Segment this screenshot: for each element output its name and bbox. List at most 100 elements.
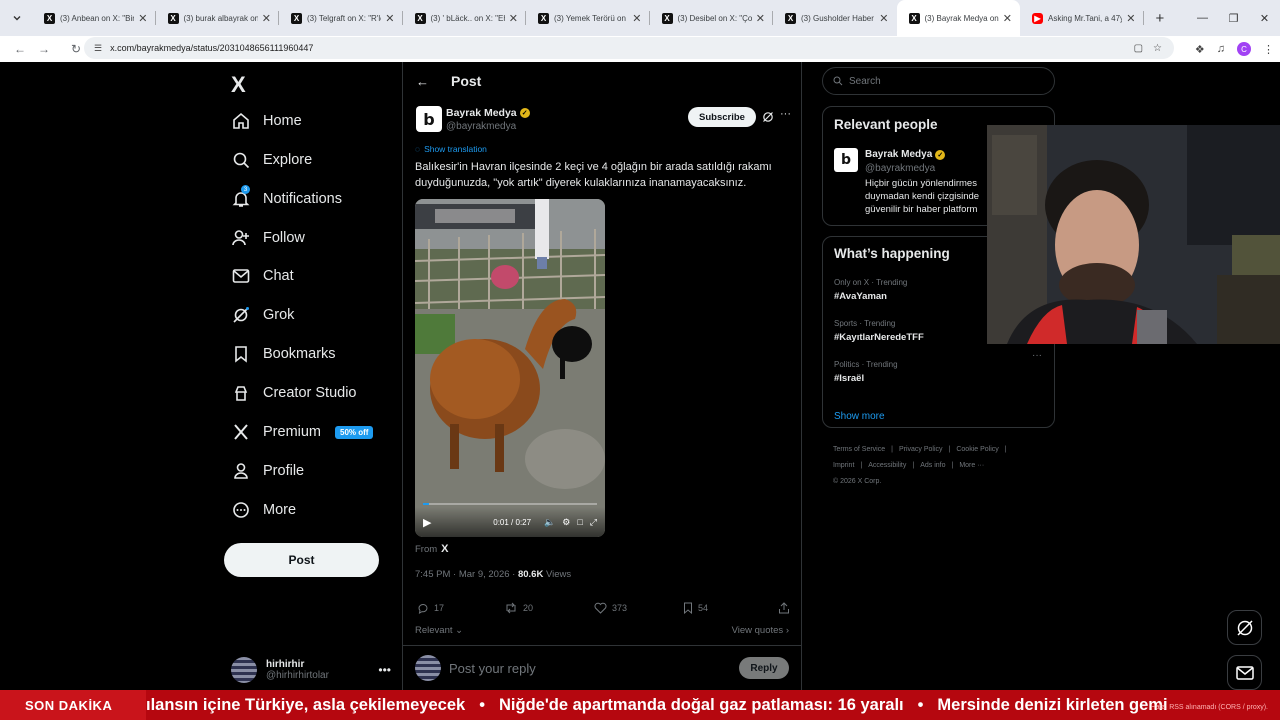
subscribe-button[interactable]: Subscribe bbox=[688, 107, 756, 127]
footer-link[interactable]: Accessibility bbox=[868, 462, 906, 469]
x-logo[interactable]: X bbox=[231, 72, 246, 98]
play-icon[interactable]: ▶ bbox=[423, 516, 431, 529]
sidebar-item-label: Chat bbox=[263, 268, 294, 284]
footer-link[interactable]: Imprint bbox=[833, 462, 854, 469]
youtube-favicon-icon: ▶ bbox=[1032, 12, 1043, 24]
settings-icon[interactable]: ⚙ bbox=[562, 517, 570, 528]
sidebar-item-creator-studio[interactable]: Creator Studio bbox=[232, 377, 357, 409]
search-input[interactable]: Search bbox=[822, 67, 1055, 95]
browser-tab[interactable]: X (3) Desibel on X: "Ço ✕ bbox=[650, 0, 773, 36]
browser-tab[interactable]: X (3) Bayrak Medya on ✕ bbox=[896, 0, 1020, 36]
sidebar-item-home[interactable]: Home bbox=[232, 105, 302, 137]
browser-tab[interactable]: X (3) burak albayrak on ✕ bbox=[156, 0, 279, 36]
trend-item[interactable]: Politics · Trending #Israël bbox=[834, 360, 898, 384]
footer-link[interactable]: Cookie Policy bbox=[956, 446, 998, 453]
back-arrow-icon[interactable]: ← bbox=[416, 74, 429, 89]
like-action[interactable]: 373 bbox=[594, 602, 683, 614]
forward-button[interactable]: → bbox=[32, 37, 56, 61]
browser-tab[interactable]: X (3) Anbean on X: "Bir ✕ bbox=[32, 0, 156, 36]
footer-link[interactable]: Terms of Service bbox=[833, 446, 885, 453]
grok-icon bbox=[232, 306, 250, 324]
trend-item[interactable]: Only on X · Trending #AvaYaman bbox=[834, 278, 907, 302]
sidebar-item-profile[interactable]: Profile bbox=[232, 455, 304, 487]
footer-link[interactable]: Privacy Policy bbox=[899, 446, 943, 453]
browser-tab[interactable]: X (3) Gusholder Haber ✕ bbox=[773, 0, 897, 36]
back-button[interactable]: ← bbox=[8, 37, 32, 61]
close-tab-icon[interactable]: ✕ bbox=[1003, 12, 1012, 25]
browser-tab[interactable]: X (3) Yemek Terörü on ✕ bbox=[526, 0, 650, 36]
post-button[interactable]: Post bbox=[224, 543, 379, 577]
post-timestamp[interactable]: 7:45 PM · Mar 9, 2026 · bbox=[415, 569, 518, 580]
browser-tab[interactable]: ▶ Asking Mr.Tani, a 47y ✕ bbox=[1020, 0, 1144, 36]
author-name[interactable]: Bayrak Medya ✓ bbox=[446, 107, 530, 119]
more-dots-icon[interactable]: ••• bbox=[378, 663, 391, 677]
ticker-separator: • bbox=[479, 695, 485, 714]
account-switcher[interactable]: hirhirhir @hirhirhirtolar ••• bbox=[231, 652, 391, 688]
close-tab-icon[interactable]: ✕ bbox=[879, 12, 888, 25]
close-tab-icon[interactable]: ✕ bbox=[509, 12, 518, 25]
media-control-icon[interactable]: ♫ bbox=[1217, 43, 1225, 55]
heart-icon bbox=[594, 602, 607, 614]
messages-float-button[interactable] bbox=[1227, 655, 1262, 690]
person-name[interactable]: Bayrak Medya ✓ bbox=[865, 149, 946, 160]
share-action[interactable] bbox=[778, 602, 790, 614]
close-tab-icon[interactable]: ✕ bbox=[262, 12, 271, 25]
bookmark-star-icon[interactable]: ☆ bbox=[1153, 43, 1162, 54]
grok-float-button[interactable] bbox=[1227, 610, 1262, 645]
pip-icon[interactable]: □ bbox=[577, 517, 582, 527]
video-progress-track[interactable] bbox=[423, 503, 597, 505]
close-tab-icon[interactable]: ✕ bbox=[385, 12, 394, 25]
bookmark-icon bbox=[684, 602, 692, 614]
view-quotes-link[interactable]: View quotes › bbox=[732, 625, 789, 636]
volume-icon[interactable]: 🔈 bbox=[544, 517, 555, 528]
close-tab-icon[interactable]: ✕ bbox=[138, 12, 147, 25]
menu-icon[interactable]: ⋮ bbox=[1263, 43, 1274, 56]
person-avatar[interactable]: b bbox=[834, 148, 858, 172]
site-info-icon[interactable]: ☰ bbox=[94, 43, 102, 54]
trend-item[interactable]: Sports · Trending #KayıtlarNeredeTFF bbox=[834, 319, 924, 343]
video-player[interactable]: ▶ 0:01 / 0:27 🔈 ⚙ □ ⤢ bbox=[415, 199, 605, 537]
close-tab-icon[interactable]: ✕ bbox=[1126, 12, 1135, 25]
close-window-button[interactable]: ✕ bbox=[1249, 0, 1280, 36]
footer-link[interactable]: Ads info bbox=[920, 462, 945, 469]
footer-link[interactable]: More ··· bbox=[959, 462, 984, 469]
browser-tab[interactable]: X (3) Telgraft on X: "R'le ✕ bbox=[279, 0, 403, 36]
trend-more-icon[interactable]: ··· bbox=[1032, 350, 1042, 361]
whats-happening-heading: What’s happening bbox=[834, 246, 950, 261]
close-tab-icon[interactable]: ✕ bbox=[632, 12, 641, 25]
install-app-icon[interactable]: ▢ bbox=[1134, 43, 1143, 54]
author-avatar[interactable]: b bbox=[416, 106, 442, 132]
close-tab-icon[interactable]: ✕ bbox=[756, 12, 765, 25]
breaking-news-label: SON DAKİKA bbox=[0, 690, 146, 720]
minimize-button[interactable]: — bbox=[1187, 0, 1218, 36]
tab-separator bbox=[1142, 11, 1144, 25]
tab-search-button[interactable] bbox=[6, 7, 28, 29]
show-more-link[interactable]: Show more bbox=[834, 411, 885, 422]
sidebar-item-chat[interactable]: Chat bbox=[232, 260, 294, 292]
sidebar-item-explore[interactable]: Explore bbox=[232, 144, 312, 176]
sidebar-item-follow[interactable]: Follow bbox=[232, 222, 305, 254]
show-translation-link[interactable]: ◌ Show translation bbox=[415, 144, 487, 154]
sidebar-item-grok[interactable]: Grok bbox=[232, 299, 294, 331]
profile-avatar[interactable]: C bbox=[1237, 42, 1251, 56]
new-tab-button[interactable]: + bbox=[1156, 10, 1165, 27]
author-handle[interactable]: @bayrakmedya bbox=[446, 121, 516, 132]
grok-icon[interactable] bbox=[762, 111, 774, 123]
fullscreen-icon[interactable]: ⤢ bbox=[590, 517, 597, 528]
reply-button[interactable]: Reply bbox=[739, 657, 789, 679]
sidebar-item-premium[interactable]: Premium 50% off bbox=[232, 416, 374, 448]
browser-tab[interactable]: X (3) ' bLäck.. on X: "Eh ✕ bbox=[403, 0, 526, 36]
restore-button[interactable]: ❐ bbox=[1218, 0, 1249, 36]
bookmark-action[interactable]: 54 bbox=[683, 602, 778, 614]
extensions-icon[interactable]: ❖ bbox=[1195, 43, 1205, 56]
address-bar[interactable]: ☰ x.com/bayrakmedya/status/2031048656111… bbox=[84, 37, 1174, 59]
sidebar-item-more[interactable]: More bbox=[232, 494, 296, 526]
reply-input[interactable]: Post your reply bbox=[449, 661, 536, 676]
more-options-icon[interactable]: ··· bbox=[780, 108, 791, 120]
reply-sort-dropdown[interactable]: Relevant ⌄ bbox=[415, 625, 463, 636]
sidebar-item-notifications[interactable]: 3 Notifications bbox=[232, 183, 342, 215]
from-source-link[interactable]: X bbox=[441, 543, 448, 555]
reply-action[interactable]: 17 bbox=[417, 602, 504, 614]
repost-action[interactable]: 20 bbox=[504, 602, 594, 614]
sidebar-item-bookmarks[interactable]: Bookmarks bbox=[232, 338, 336, 370]
